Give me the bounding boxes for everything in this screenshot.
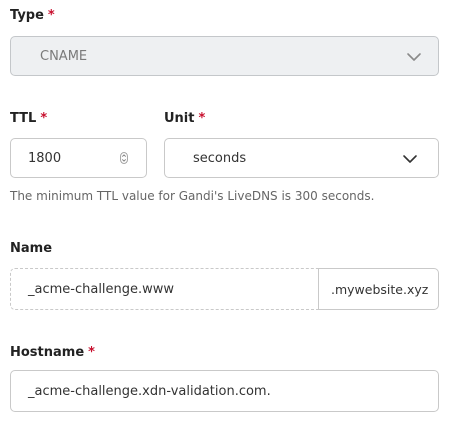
hostname-input-value: _acme-challenge.xdn-validation.com.: [28, 384, 271, 399]
required-asterisk: *: [47, 8, 55, 23]
name-input[interactable]: _acme-challenge.www: [10, 268, 319, 310]
ttl-input-value: 1800: [28, 151, 62, 166]
hostname-label: Hostname *: [10, 345, 95, 360]
ttl-input[interactable]: 1800: [10, 138, 147, 178]
hostname-input[interactable]: _acme-challenge.xdn-validation.com.: [10, 370, 439, 412]
type-select[interactable]: CNAME: [10, 36, 439, 76]
type-label-text: Type: [10, 8, 44, 23]
ttl-label-text: TTL: [10, 111, 37, 126]
required-asterisk: *: [198, 111, 206, 126]
required-asterisk: *: [88, 345, 95, 360]
unit-select-value: seconds: [193, 151, 247, 166]
name-input-value: _acme-challenge.www: [28, 282, 175, 297]
chevron-down-icon: [402, 154, 418, 164]
name-label-text: Name: [10, 241, 53, 256]
unit-label-text: Unit: [164, 111, 195, 126]
hostname-label-text: Hostname: [10, 345, 85, 360]
unit-select[interactable]: seconds: [164, 138, 439, 178]
name-label: Name: [10, 241, 52, 256]
unit-label: Unit *: [164, 111, 205, 126]
number-stepper-icon[interactable]: [120, 152, 128, 164]
domain-suffix: .mywebsite.xyz: [318, 268, 439, 310]
required-asterisk: *: [40, 111, 48, 126]
domain-suffix-text: .mywebsite.xyz: [331, 282, 429, 297]
chevron-down-icon: [406, 52, 422, 62]
ttl-label: TTL *: [10, 111, 47, 126]
type-label: Type *: [10, 8, 55, 23]
ttl-helper-text: The minimum TTL value for Gandi's LiveDN…: [10, 189, 375, 203]
type-select-value: CNAME: [40, 49, 88, 64]
